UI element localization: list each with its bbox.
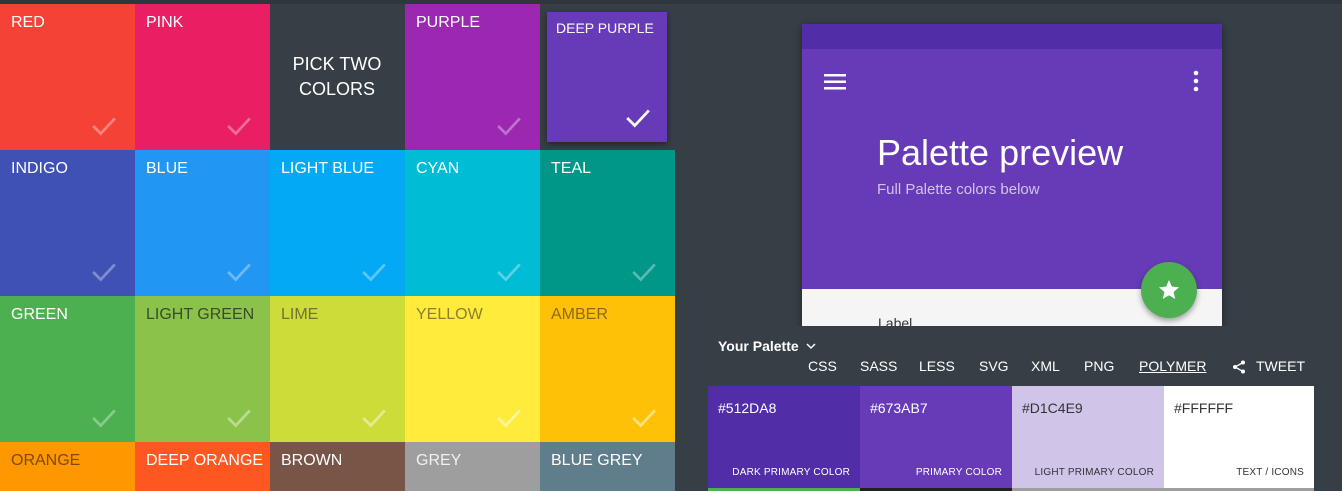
tile-yellow[interactable]: YELLOW <box>405 296 540 442</box>
swatch-role: TEXT / ICONS <box>1236 467 1304 478</box>
tile-label: LIGHT GREEN <box>146 306 255 323</box>
check-icon <box>632 263 656 282</box>
tile-label: RED <box>11 14 45 31</box>
tile-label: AMBER <box>551 306 608 323</box>
fab-button[interactable] <box>1141 262 1197 318</box>
your-palette-toggle[interactable]: Your Palette <box>718 338 799 354</box>
tile-label: ORANGE <box>11 452 81 469</box>
check-icon <box>497 263 521 282</box>
tile-light-blue[interactable]: LIGHT BLUE <box>270 150 405 296</box>
tile-label: BLUE GREY <box>551 452 643 469</box>
check-icon <box>362 263 386 282</box>
tile-orange[interactable]: ORANGE <box>0 442 135 491</box>
chevron-down-icon[interactable] <box>806 343 816 350</box>
swatch-hex: #512DA8 <box>718 400 777 416</box>
export-sass[interactable]: SASS <box>860 358 897 374</box>
swatch-primary[interactable]: #673AB7 PRIMARY COLOR <box>860 386 1012 488</box>
check-icon <box>497 117 521 136</box>
swatch-role: PRIMARY COLOR <box>915 467 1002 478</box>
palette-preview-card: Palette preview Full Palette colors belo… <box>802 24 1222 344</box>
tile-teal[interactable]: TEAL <box>540 150 675 296</box>
pick-two-colors-text: PICK TWO COLORS <box>292 53 382 99</box>
tile-label: GREY <box>416 452 462 469</box>
preview-subtitle: Full Palette colors below <box>877 181 1040 198</box>
export-svg[interactable]: SVG <box>979 358 1009 374</box>
tile-blue-grey[interactable]: BLUE GREY <box>540 442 675 491</box>
export-less[interactable]: LESS <box>919 358 955 374</box>
tile-indigo[interactable]: INDIGO <box>0 150 135 296</box>
check-icon <box>227 263 251 282</box>
your-palette-panel: Your Palette CSS SASS LESS SVG XML PNG P… <box>708 326 1314 491</box>
check-icon <box>227 409 251 428</box>
tile-red[interactable]: RED <box>0 4 135 150</box>
tile-deep-orange[interactable]: DEEP ORANGE <box>135 442 270 491</box>
tile-label: PURPLE <box>416 14 481 31</box>
tile-label: CYAN <box>416 160 460 177</box>
tile-cyan[interactable]: CYAN <box>405 150 540 296</box>
tile-light-green[interactable]: LIGHT GREEN <box>135 296 270 442</box>
tile-green[interactable]: GREEN <box>0 296 135 442</box>
tile-label: LIME <box>281 306 319 323</box>
share-icon[interactable] <box>1232 360 1246 374</box>
tile-blue[interactable]: BLUE <box>135 150 270 296</box>
swatch-dark-primary[interactable]: #512DA8 DARK PRIMARY COLOR <box>708 386 860 488</box>
swatch-light-primary[interactable]: #D1C4E9 LIGHT PRIMARY COLOR <box>1012 386 1164 488</box>
tile-label: YELLOW <box>416 306 483 323</box>
preview-title: Palette preview <box>877 132 1124 173</box>
tile-label: GREEN <box>11 306 68 323</box>
color-grid: RED PINK PICK TWO COLORS PURPLE DEEP PUR… <box>0 4 675 491</box>
swatch-hex: #FFFFFF <box>1174 400 1234 416</box>
tile-deep-purple[interactable]: DEEP PURPLE <box>547 12 667 142</box>
status-bar <box>802 24 1222 49</box>
star-icon <box>1159 280 1179 299</box>
tile-label: BROWN <box>281 452 343 469</box>
export-bar: CSS SASS LESS SVG XML PNG POLYMER TWEET <box>708 358 1314 378</box>
check-icon <box>227 117 251 136</box>
swatch-role: DARK PRIMARY COLOR <box>732 467 850 478</box>
export-css[interactable]: CSS <box>808 358 837 374</box>
tile-amber[interactable]: AMBER <box>540 296 675 442</box>
tile-label: INDIGO <box>11 160 68 177</box>
swatch-text-icons[interactable]: #FFFFFF TEXT / ICONS <box>1164 386 1314 488</box>
more-vert-icon[interactable] <box>1191 70 1201 92</box>
tile-label: DEEP PURPLE <box>556 20 654 36</box>
tile-brown[interactable]: BROWN <box>270 442 405 491</box>
swatch-role: LIGHT PRIMARY COLOR <box>1034 467 1154 478</box>
tile-purple[interactable]: PURPLE <box>405 4 540 150</box>
export-xml[interactable]: XML <box>1031 358 1060 374</box>
swatch-hex: #D1C4E9 <box>1022 400 1083 416</box>
check-icon <box>92 409 116 428</box>
check-icon <box>632 409 656 428</box>
tile-lime[interactable]: LIME <box>270 296 405 442</box>
tile-pink[interactable]: PINK <box>135 4 270 150</box>
menu-icon[interactable] <box>824 72 846 92</box>
export-polymer[interactable]: POLYMER <box>1139 358 1206 374</box>
check-icon <box>92 117 116 136</box>
check-icon <box>362 409 386 428</box>
tweet-button[interactable]: TWEET <box>1256 358 1305 374</box>
tile-label: TEAL <box>551 160 592 177</box>
tile-label: BLUE <box>146 160 188 177</box>
check-icon <box>497 409 521 428</box>
swatch-hex: #673AB7 <box>870 400 928 416</box>
tile-grey[interactable]: GREY <box>405 442 540 491</box>
tile-label: DEEP ORANGE <box>146 452 264 469</box>
tile-label: LIGHT BLUE <box>281 160 375 177</box>
tile-label: PINK <box>146 14 184 31</box>
check-icon <box>626 109 650 128</box>
check-icon <box>92 263 116 282</box>
export-png[interactable]: PNG <box>1084 358 1114 374</box>
